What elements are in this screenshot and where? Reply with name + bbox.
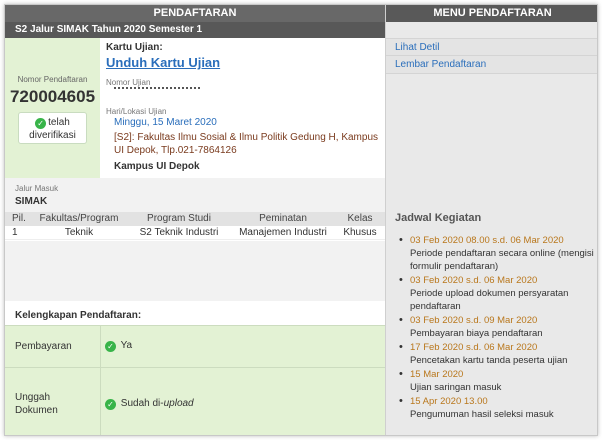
registration-number-label: Nomor Pendaftaran	[17, 75, 88, 84]
exam-date: Minggu, 15 Maret 2020	[114, 117, 217, 128]
cell-specialization: Manajemen Industri	[239, 227, 327, 238]
exam-card-section: Kartu Ujian: Unduh Kartu Ujian Nomor Uji…	[100, 38, 385, 178]
verified-badge: ✓ telah diverifikasi	[18, 112, 87, 144]
check-circle-icon: ✓	[35, 118, 47, 129]
check-circle-icon: ✓	[105, 341, 116, 352]
schedule-date: 03 Feb 2020 s.d. 09 Mar 2020	[410, 315, 538, 326]
payment-label: Pembayaran	[15, 341, 72, 352]
admission-path-label: Jalur Masuk	[15, 184, 59, 193]
schedule-date: 17 Feb 2020 s.d. 06 Mar 2020	[410, 342, 538, 353]
schedule-text: Periode pendaftaran secara online (mengi…	[410, 248, 594, 272]
menu-item-registration-sheet[interactable]: Lembar Pendaftaran	[386, 56, 597, 74]
schedule-date: 15 Mar 2020	[410, 369, 464, 380]
header-choice: Pil.	[12, 213, 26, 224]
header-faculty: Fakultas/Program	[39, 213, 119, 224]
schedule-list: 03 Feb 2020 08.00 s.d. 06 Mar 2020 Period…	[398, 234, 594, 422]
table-header: Pil. Fakultas/Program Program Studi Pemi…	[5, 212, 385, 226]
cell-class: Khusus	[343, 227, 377, 238]
download-exam-card-link[interactable]: Unduh Kartu Ujian	[106, 55, 220, 70]
list-item: 03 Feb 2020 s.d. 09 Mar 2020 Pembayaran b…	[398, 314, 594, 340]
table-row: 1 Teknik S2 Teknik Industri Manajemen In…	[5, 226, 385, 240]
exam-number-masked	[114, 87, 200, 94]
admission-path-value: SIMAK	[15, 196, 48, 207]
upload-label: Unggah Dokumen	[15, 391, 58, 417]
schedule-text: Pencetakan kartu tanda peserta ujian	[410, 355, 568, 366]
exam-number-label: Nomor Ujian	[106, 78, 151, 87]
exam-campus: Kampus UI Depok	[114, 161, 200, 172]
upload-label-line1: Unggah	[15, 392, 51, 403]
schedule-text: Periode upload dokumen persyaratan penda…	[410, 288, 569, 312]
upload-row: Unggah Dokumen ✓ Sudah di-upload	[5, 367, 385, 435]
schedule-text: Ujian saringan masuk	[410, 382, 502, 393]
date-location-label: Hari/Lokasi Ujian	[106, 107, 167, 116]
program-table: Pil. Fakultas/Program Program Studi Pemi…	[5, 212, 385, 240]
cell-faculty: Teknik	[64, 227, 94, 238]
schedule-text: Pengumuman hasil seleksi masuk	[410, 409, 554, 420]
check-circle-icon: ✓	[105, 399, 116, 410]
schedule-title: Jadwal Kegiatan	[395, 212, 482, 224]
schedule-date: 15 Apr 2020 13.00	[410, 396, 488, 407]
upload-value-text: Sudah di-	[120, 398, 164, 409]
menu-item-view-detail[interactable]: Lihat Detil	[386, 38, 597, 56]
panel-header: PENDAFTARAN	[5, 5, 385, 22]
list-item: 03 Feb 2020 08.00 s.d. 06 Mar 2020 Period…	[398, 234, 594, 273]
exam-card-label: Kartu Ujian:	[106, 42, 163, 53]
cell-study-program: S2 Teknik Industri	[139, 227, 219, 238]
completeness-title: Kelengkapan Pendaftaran:	[15, 310, 142, 321]
payment-value: ✓ Ya	[105, 340, 132, 352]
schedule-text: Pembayaran biaya pendaftaran	[410, 328, 543, 339]
upload-value-emphasis: upload	[163, 398, 194, 409]
admission-path: Jalur Masuk SIMAK	[5, 178, 385, 212]
registration-menu-panel: MENU PENDAFTARAN Lihat Detil Lembar Pend…	[385, 5, 597, 435]
registration-number: 720004605	[9, 87, 96, 106]
list-item: 15 Apr 2020 13.00 Pengumuman hasil seleks…	[398, 395, 594, 421]
app-frame: PENDAFTARAN S2 Jalur SIMAK Tahun 2020 Se…	[4, 4, 598, 436]
upload-label-line2: Dokumen	[15, 405, 58, 416]
list-item: 17 Feb 2020 s.d. 06 Mar 2020 Pencetakan k…	[398, 341, 594, 367]
payment-row: Pembayaran ✓ Ya	[5, 325, 385, 367]
header-class: Kelas	[347, 213, 373, 224]
spacer-area	[5, 241, 385, 301]
menu-header: MENU PENDAFTARAN	[386, 5, 597, 22]
registration-panel: PENDAFTARAN S2 Jalur SIMAK Tahun 2020 Se…	[5, 5, 385, 435]
period-subheader: S2 Jalur SIMAK Tahun 2020 Semester 1	[5, 22, 385, 38]
upload-value: ✓ Sudah di-upload	[105, 398, 194, 410]
exam-location: [S2]: Fakultas Ilmu Sosial & Ilmu Politi…	[114, 132, 378, 156]
registration-id-block: Nomor Pendaftaran 720004605 ✓ telah diver…	[5, 38, 100, 178]
cell-choice: 1	[12, 227, 18, 238]
payment-value-text: Ya	[120, 340, 133, 351]
completeness-section: Kelengkapan Pendaftaran:	[5, 301, 385, 325]
header-specialization: Peminatan	[259, 213, 307, 224]
list-item: 15 Mar 2020 Ujian saringan masuk	[398, 368, 594, 394]
schedule-date: 03 Feb 2020 s.d. 06 Mar 2020	[410, 275, 538, 286]
list-item: 03 Feb 2020 s.d. 06 Mar 2020 Periode uplo…	[398, 274, 594, 313]
schedule-date: 03 Feb 2020 08.00 s.d. 06 Mar 2020	[410, 235, 564, 246]
header-study-program: Program Studi	[147, 213, 211, 224]
